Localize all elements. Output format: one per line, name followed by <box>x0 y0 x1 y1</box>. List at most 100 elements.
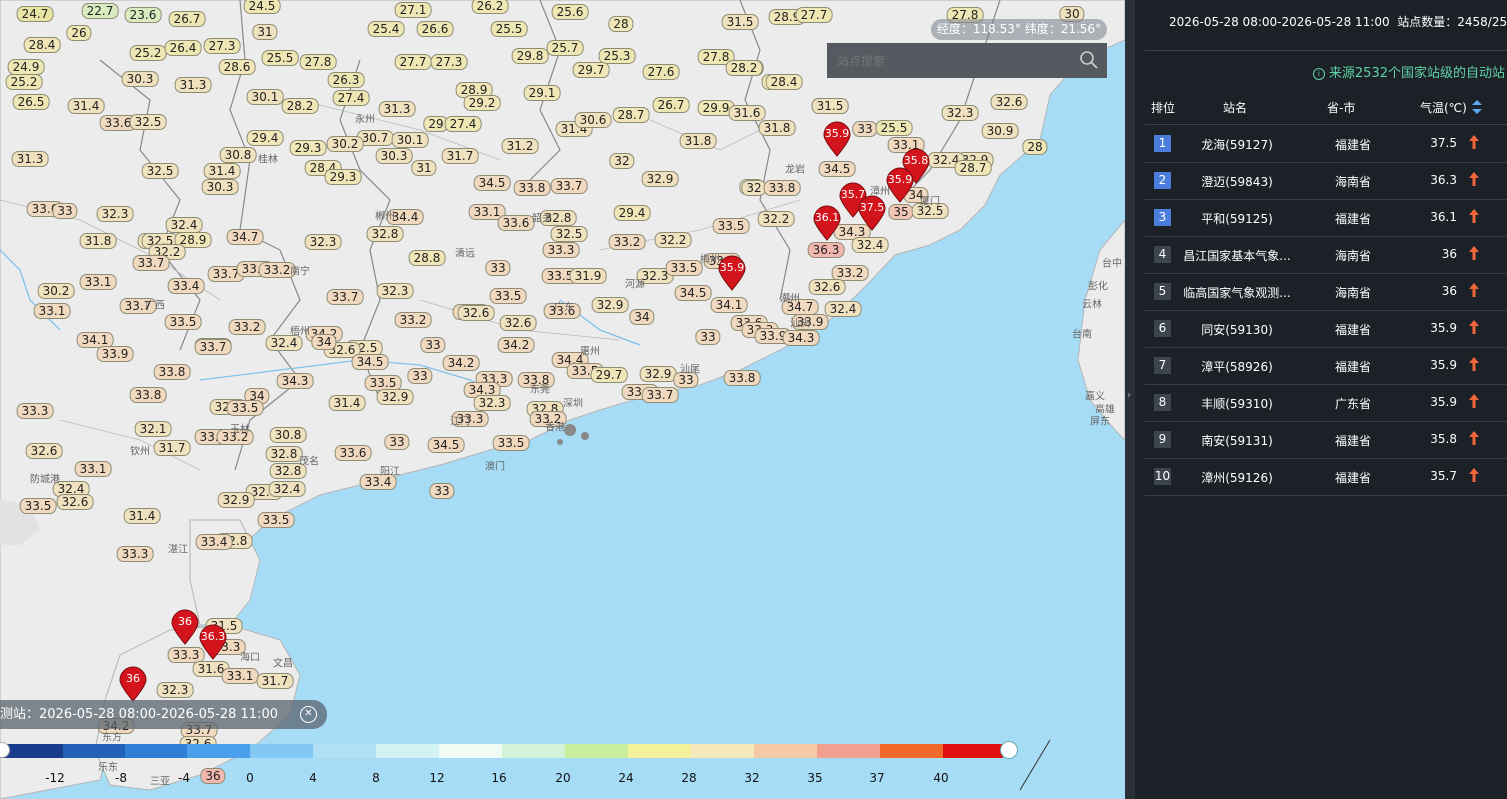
station-temp-label[interactable]: 32.4 <box>851 237 889 253</box>
ranking-row[interactable]: 3 平和(59125) 福建省 36.1 <box>1145 199 1507 237</box>
station-temp-label[interactable]: 30.8 <box>269 427 307 443</box>
temperature-map[interactable]: 24.7 22.7 23.6 26.7 24.5 27.1 26.2 25.6 28 31.5 28… <box>0 0 1125 799</box>
station-temp-label[interactable]: 33.8 <box>723 370 761 386</box>
station-temp-label[interactable]: 30.9 <box>981 123 1019 139</box>
ranking-row[interactable]: 4 昌江国家基本气象... 海南省 36 <box>1145 236 1507 274</box>
station-temp-label[interactable]: 30.1 <box>391 132 429 148</box>
search-icon[interactable] <box>1079 50 1099 70</box>
station-temp-label[interactable]: 31.8 <box>79 233 117 249</box>
panel-divider[interactable]: › <box>1125 0 1135 799</box>
station-temp-label[interactable]: 31.3 <box>378 101 416 117</box>
station-temp-label[interactable]: 32.2 <box>757 211 795 227</box>
station-temp-label[interactable]: 34.7 <box>226 229 264 245</box>
station-temp-label[interactable]: 33 <box>429 483 455 499</box>
station-temp-label[interactable]: 26.3 <box>327 72 365 88</box>
station-temp-label[interactable]: 32.6 <box>56 494 94 510</box>
station-temp-label[interactable]: 33.1 <box>74 461 112 477</box>
station-temp-label[interactable]: 31.4 <box>123 508 161 524</box>
ranking-row[interactable]: 5 临高国家气象观测... 海南省 36 <box>1145 273 1507 311</box>
station-temp-label[interactable]: 32.3 <box>304 234 342 250</box>
station-temp-label[interactable]: 34 <box>629 309 655 325</box>
station-temp-label[interactable]: 24.5 <box>243 0 281 14</box>
station-temp-label[interactable]: 33.4 <box>195 534 233 550</box>
sort-icon[interactable] <box>1471 99 1483 115</box>
high-temp-pin[interactable]: 36.3 <box>198 624 228 660</box>
station-temp-label[interactable]: 32.6 <box>457 305 495 321</box>
station-temp-label[interactable]: 33.7 <box>194 339 232 355</box>
ranking-row[interactable]: 6 同安(59130) 福建省 35.9 <box>1145 310 1507 348</box>
station-temp-label[interactable]: 33 <box>52 203 78 219</box>
station-temp-label[interactable]: 34.3 <box>782 330 820 346</box>
station-temp-label[interactable]: 27.8 <box>299 54 337 70</box>
station-temp-label[interactable]: 34.3 <box>276 373 314 389</box>
station-temp-label[interactable]: 33.5 <box>257 512 295 528</box>
station-temp-label[interactable]: 33.4 <box>167 278 205 294</box>
ranking-row[interactable]: 9 南安(59131) 福建省 35.8 <box>1145 421 1507 459</box>
station-temp-label[interactable]: 32.6 <box>25 443 63 459</box>
station-temp-label[interactable]: 31.3 <box>11 151 49 167</box>
station-temp-label[interactable]: 33 <box>485 260 511 276</box>
station-temp-label[interactable]: 27.1 <box>394 2 432 18</box>
station-temp-label[interactable]: 32.8 <box>366 226 404 242</box>
station-temp-label[interactable]: 27.3 <box>430 54 468 70</box>
station-temp-label[interactable]: 25.5 <box>490 21 528 37</box>
station-temp-label[interactable]: 32.4 <box>268 481 306 497</box>
station-temp-label[interactable]: 29.7 <box>590 367 628 383</box>
station-temp-label[interactable]: 33.3 <box>16 403 54 419</box>
station-temp-label[interactable]: 28.8 <box>408 250 446 266</box>
station-temp-label[interactable]: 33 <box>420 337 446 353</box>
station-temp-label[interactable]: 32.3 <box>96 206 134 222</box>
station-temp-label[interactable]: 32.5 <box>550 226 588 242</box>
station-temp-label[interactable]: 30.6 <box>574 112 612 128</box>
station-temp-label[interactable]: 29.7 <box>572 62 610 78</box>
station-temp-label[interactable]: 30.8 <box>219 147 257 163</box>
ranking-row[interactable]: 10 漳州(59126) 福建省 35.7 <box>1145 458 1507 496</box>
station-temp-label[interactable]: 24.9 <box>7 59 45 75</box>
station-temp-label[interactable]: 25.2 <box>5 74 43 90</box>
station-temp-label[interactable]: 33 <box>384 434 410 450</box>
station-temp-label[interactable]: 31.7 <box>441 148 479 164</box>
station-temp-label[interactable]: 33.8 <box>763 180 801 196</box>
station-temp-label[interactable]: 32.3 <box>941 105 979 121</box>
station-temp-label[interactable]: 32.5 <box>129 114 167 130</box>
station-temp-label[interactable]: 28 <box>608 16 634 32</box>
station-temp-label[interactable]: 33.7 <box>550 178 588 194</box>
station-temp-label[interactable]: 27.7 <box>795 7 833 23</box>
station-temp-label[interactable]: 34.1 <box>710 297 748 313</box>
station-temp-label[interactable]: 32.3 <box>156 682 194 698</box>
high-temp-pin[interactable]: 37.5 <box>857 195 887 231</box>
station-temp-label[interactable]: 33 <box>852 121 878 137</box>
station-temp-label[interactable]: 33.3 <box>542 242 580 258</box>
station-temp-label[interactable]: 25.4 <box>367 21 405 37</box>
station-temp-label[interactable]: 27.4 <box>332 90 370 106</box>
station-temp-label[interactable]: 33.5 <box>226 400 264 416</box>
station-temp-label[interactable]: 31.2 <box>501 138 539 154</box>
station-temp-label[interactable]: 26.4 <box>164 40 202 56</box>
station-temp-label[interactable]: 33.5 <box>164 314 202 330</box>
station-temp-label[interactable]: 31.4 <box>203 163 241 179</box>
station-temp-label[interactable]: 32.3 <box>376 283 414 299</box>
station-temp-label[interactable]: 29.2 <box>463 95 501 111</box>
station-temp-label[interactable]: 32.4 <box>824 301 862 317</box>
station-temp-label[interactable]: 33.1 <box>221 668 259 684</box>
station-temp-label[interactable]: 31.3 <box>174 77 212 93</box>
station-temp-label[interactable]: 31 <box>411 160 437 176</box>
station-temp-label[interactable]: 33.5 <box>492 435 530 451</box>
station-temp-label[interactable]: 33.5 <box>19 498 57 514</box>
ranking-row[interactable]: 1 龙海(59127) 福建省 37.5 <box>1145 125 1507 163</box>
station-temp-label[interactable]: 30.2 <box>37 283 75 299</box>
station-temp-label[interactable]: 34.5 <box>818 161 856 177</box>
station-temp-label[interactable]: 32.2 <box>654 232 692 248</box>
station-temp-label[interactable]: 32.6 <box>808 279 846 295</box>
station-temp-label[interactable]: 29.8 <box>511 48 549 64</box>
station-temp-label[interactable]: 30.1 <box>246 89 284 105</box>
collapse-icon[interactable]: › <box>1127 390 1133 408</box>
station-temp-label[interactable]: 34.2 <box>442 355 480 371</box>
station-temp-label[interactable]: 33.8 <box>129 387 167 403</box>
station-temp-label[interactable]: 32.9 <box>641 171 679 187</box>
station-temp-label[interactable]: 32.5 <box>141 163 179 179</box>
station-temp-label[interactable]: 27.7 <box>394 54 432 70</box>
station-temp-label[interactable]: 33.2 <box>608 234 646 250</box>
high-temp-pin[interactable]: 36 <box>170 609 200 645</box>
station-temp-label[interactable]: 33.8 <box>513 180 551 196</box>
